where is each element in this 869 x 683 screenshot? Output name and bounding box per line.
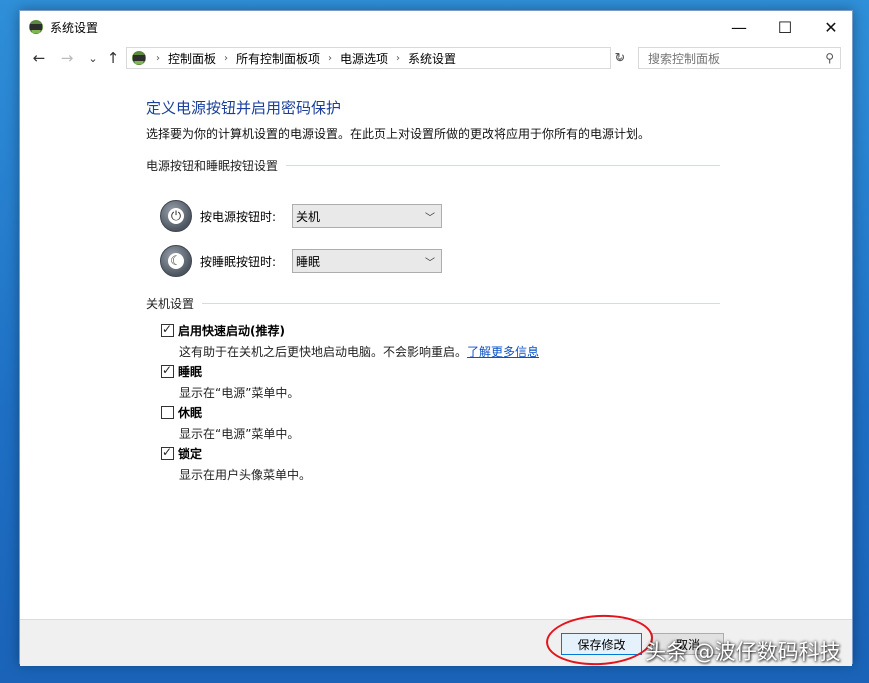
close-button[interactable]: ✕: [808, 11, 854, 43]
sleep-button-row: ☾ 按睡眠按钮时: 睡眠 ﹀: [160, 245, 442, 277]
title-bar[interactable]: 系统设置 — ☐ ✕: [20, 11, 852, 43]
fast-startup-label[interactable]: 启用快速启动(推荐): [178, 322, 285, 339]
watermark: 头条 @波仔数码科技: [645, 640, 841, 664]
sleep-label[interactable]: 睡眠: [178, 363, 202, 380]
power-section-title: 电源按钮和睡眠按钮设置: [146, 159, 279, 173]
breadcrumb-all-items[interactable]: 所有控制面板项: [236, 50, 320, 67]
power-button-value: 关机: [296, 209, 321, 224]
fast-startup-option: 启用快速启动(推荐) 这有助于在关机之后更快地启动电脑。不会影响重启。了解更多信…: [161, 322, 539, 360]
breadcrumb-separator: ›: [396, 52, 401, 64]
breadcrumb-system-settings[interactable]: 系统设置: [408, 50, 456, 67]
power-button-label: 按电源按钮时:: [200, 209, 277, 224]
search-input[interactable]: [646, 49, 820, 69]
sleep-button-select[interactable]: 睡眠 ﹀: [292, 249, 442, 273]
chevron-down-icon: ﹀: [425, 257, 435, 269]
navigation-bar: ← → ⌄ ↑ › 控制面板 › 所有控制面板项 › 电源选项 › 系统设置 ⌄…: [20, 43, 852, 73]
power-options-icon: [29, 20, 43, 34]
refresh-icon[interactable]: ↻: [610, 48, 630, 68]
divider: [286, 165, 720, 166]
main-content: 定义电源按钮并启用密码保护 选择要为你的计算机设置的电源设置。在此页上对设置所做…: [20, 73, 852, 619]
hibernate-label[interactable]: 休眠: [178, 404, 202, 421]
fast-startup-desc-text: 这有助于在关机之后更快地启动电脑。不会影响重启。: [179, 345, 468, 359]
hibernate-description: 显示在“电源”菜单中。: [179, 427, 300, 441]
breadcrumb-control-panel[interactable]: 控制面板: [168, 50, 216, 67]
sleep-checkbox[interactable]: [161, 363, 174, 378]
back-arrow-icon[interactable]: ←: [28, 47, 50, 69]
recent-locations-icon[interactable]: ⌄: [82, 47, 104, 69]
power-symbol-icon: ⏻: [170, 208, 182, 224]
hibernate-option: 休眠 显示在“电源”菜单中。: [161, 404, 299, 442]
breadcrumb-separator: ›: [328, 52, 333, 64]
page-title: 定义电源按钮并启用密码保护: [146, 99, 342, 117]
red-highlight-circle: [544, 612, 655, 668]
window-title: 系统设置: [50, 21, 99, 35]
moon-symbol-icon: ☾: [170, 253, 182, 269]
learn-more-link[interactable]: 了解更多信息: [467, 345, 539, 359]
shutdown-section-title: 关机设置: [146, 297, 195, 311]
maximize-button[interactable]: ☐: [762, 11, 808, 43]
hibernate-checkbox[interactable]: [161, 406, 174, 419]
power-button-select[interactable]: 关机 ﹀: [292, 204, 442, 228]
lock-description: 显示在用户头像菜单中。: [179, 468, 312, 482]
search-box[interactable]: ⚲: [638, 47, 841, 69]
page-description: 选择要为你的计算机设置的电源设置。在此页上对设置所做的更改将应用于你所有的电源计…: [146, 127, 651, 141]
up-arrow-icon[interactable]: ↑: [102, 47, 124, 69]
sleep-button-label: 按睡眠按钮时:: [200, 254, 277, 269]
power-icon: ⏻: [160, 200, 192, 232]
fast-startup-description: 这有助于在关机之后更快地启动电脑。不会影响重启。了解更多信息: [179, 343, 539, 360]
lock-checkbox[interactable]: [161, 445, 174, 460]
sleep-moon-icon: ☾: [160, 245, 192, 277]
fast-startup-checkbox[interactable]: [161, 322, 174, 337]
system-settings-window: 系统设置 — ☐ ✕ ← → ⌄ ↑ › 控制面板 › 所有控制面板项 › 电源…: [19, 10, 853, 668]
lock-option: 锁定 显示在用户头像菜单中。: [161, 445, 311, 483]
search-icon[interactable]: ⚲: [825, 51, 834, 65]
minimize-button[interactable]: —: [716, 11, 762, 43]
power-button-row: ⏻ 按电源按钮时: 关机 ﹀: [160, 200, 442, 232]
lock-label[interactable]: 锁定: [178, 445, 202, 462]
control-panel-icon: [132, 51, 146, 65]
divider: [202, 303, 720, 304]
breadcrumb-separator: ›: [224, 52, 229, 64]
breadcrumb-separator: ›: [156, 52, 160, 64]
power-section-header: 电源按钮和睡眠按钮设置: [146, 157, 720, 174]
forward-arrow-icon[interactable]: →: [56, 47, 78, 69]
address-bar[interactable]: › 控制面板 › 所有控制面板项 › 电源选项 › 系统设置 ⌄: [126, 47, 625, 69]
breadcrumb-power-options[interactable]: 电源选项: [340, 50, 388, 67]
shutdown-section-header: 关机设置: [146, 295, 720, 312]
sleep-description: 显示在“电源”菜单中。: [179, 386, 300, 400]
sleep-button-value: 睡眠: [296, 254, 321, 269]
chevron-down-icon: ﹀: [425, 212, 435, 224]
sleep-option: 睡眠 显示在“电源”菜单中。: [161, 363, 299, 401]
